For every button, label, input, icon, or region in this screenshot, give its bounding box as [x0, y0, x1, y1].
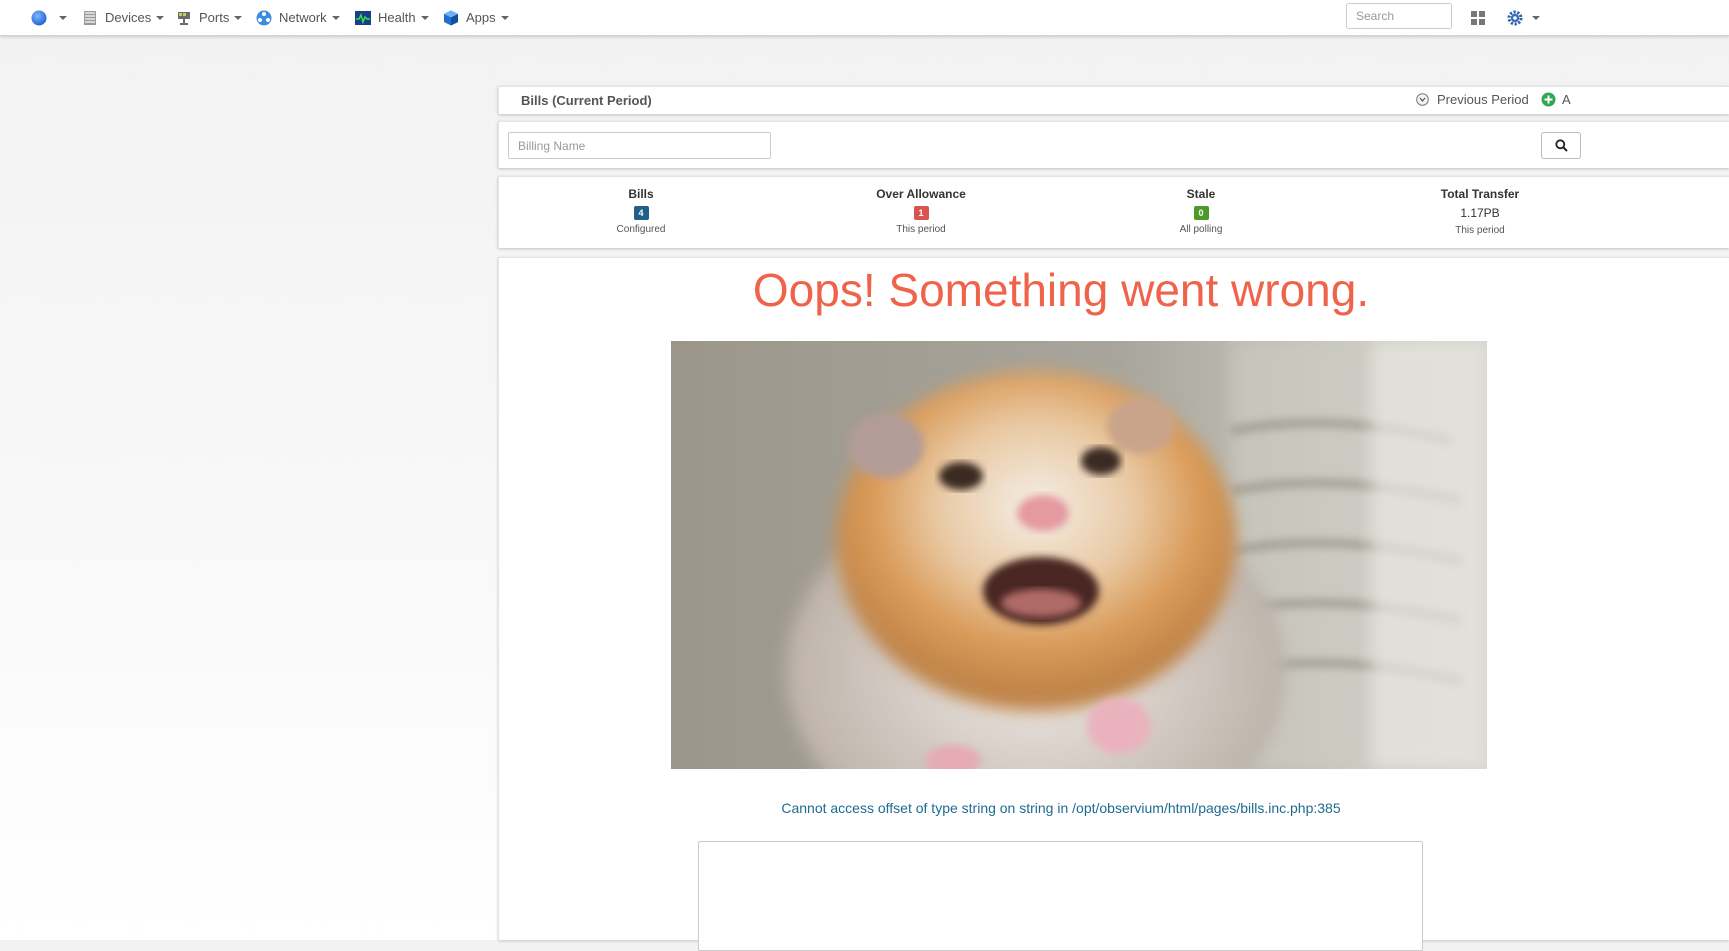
stat-label: Stale [1186, 187, 1216, 201]
chevron-down-icon [156, 15, 165, 20]
gear-icon [1507, 10, 1523, 25]
plus-circle-icon [1541, 92, 1556, 107]
menu-network[interactable]: Network [256, 0, 340, 35]
windows-toggle[interactable] [1471, 0, 1485, 35]
top-navbar: Devices Ports Network Health Apps Search [0, 0, 1729, 36]
stat-label: Over Allowance [876, 187, 966, 201]
stat-badge: 0 [1193, 206, 1209, 220]
stat-sub: Configured [616, 224, 666, 235]
stat-total-transfer: Total Transfer 1.17PB This period [1380, 186, 1580, 236]
devices-icon [84, 10, 96, 25]
health-icon [355, 10, 371, 25]
stat-over-allowance: Over Allowance 1 This period [821, 186, 1021, 235]
stat-sub: This period [896, 224, 946, 235]
chevron-down-icon [234, 15, 243, 20]
menu-apps-label: Apps [466, 10, 496, 25]
stat-sub: All polling [1179, 224, 1223, 235]
previous-period-link[interactable]: Previous Period [1416, 92, 1529, 107]
add-bill-label: A [1562, 92, 1571, 107]
chevron-down-icon [331, 15, 340, 20]
error-details-box [698, 841, 1423, 951]
menu-ports[interactable]: Ports [176, 0, 243, 35]
bill-stats-panel: Bills 4 Configured Over Allowance 1 This… [498, 176, 1729, 248]
menu-network-label: Network [279, 10, 327, 25]
chevron-down-icon [420, 15, 429, 20]
previous-period-label: Previous Period [1437, 92, 1529, 107]
page-title: Bills (Current Period) [521, 93, 652, 108]
error-message: Cannot access offset of type string on s… [781, 800, 1341, 816]
menu-devices-label: Devices [105, 10, 152, 25]
menu-apps[interactable]: Apps [443, 0, 509, 35]
chevron-down-icon [500, 15, 509, 20]
stat-label: Total Transfer [1440, 187, 1520, 201]
ports-icon [178, 11, 190, 25]
chevron-down-icon [59, 15, 67, 20]
windows-icon [1471, 10, 1485, 25]
error-panel: Oops! Something went wrong. Cannot acces… [498, 257, 1729, 951]
stat-label: Bills [628, 187, 654, 201]
menu-devices[interactable]: Devices [82, 0, 165, 35]
billing-name-input[interactable] [508, 132, 771, 159]
hamster-image [671, 341, 1487, 769]
stat-badge: 1 [913, 206, 929, 220]
main-menu[interactable] [31, 0, 67, 35]
network-icon [256, 10, 272, 25]
global-search-input[interactable] [1346, 3, 1452, 29]
bills-header-panel: Bills (Current Period) Previous Period A [498, 86, 1729, 114]
menu-ports-label: Ports [199, 10, 230, 25]
search-button[interactable] [1541, 132, 1581, 159]
error-heading: Oops! Something went wrong. [752, 264, 1370, 316]
clock-icon [1416, 93, 1429, 106]
stat-stale: Stale 0 All polling [1101, 186, 1301, 235]
menu-health[interactable]: Health [355, 0, 429, 35]
apps-icon [444, 10, 458, 25]
stat-bills: Bills 4 Configured [541, 186, 741, 235]
globe-icon [31, 10, 47, 25]
add-bill-button[interactable]: A [1541, 92, 1571, 107]
chevron-down-icon [1532, 15, 1540, 20]
settings-menu[interactable] [1507, 0, 1540, 35]
stat-sub: This period [1455, 225, 1505, 236]
menu-health-label: Health [378, 10, 416, 25]
search-icon [1554, 139, 1568, 152]
stat-value: 1.17PB [1460, 206, 1500, 220]
stat-badge: 4 [633, 206, 649, 220]
bill-filter-panel [498, 121, 1729, 168]
